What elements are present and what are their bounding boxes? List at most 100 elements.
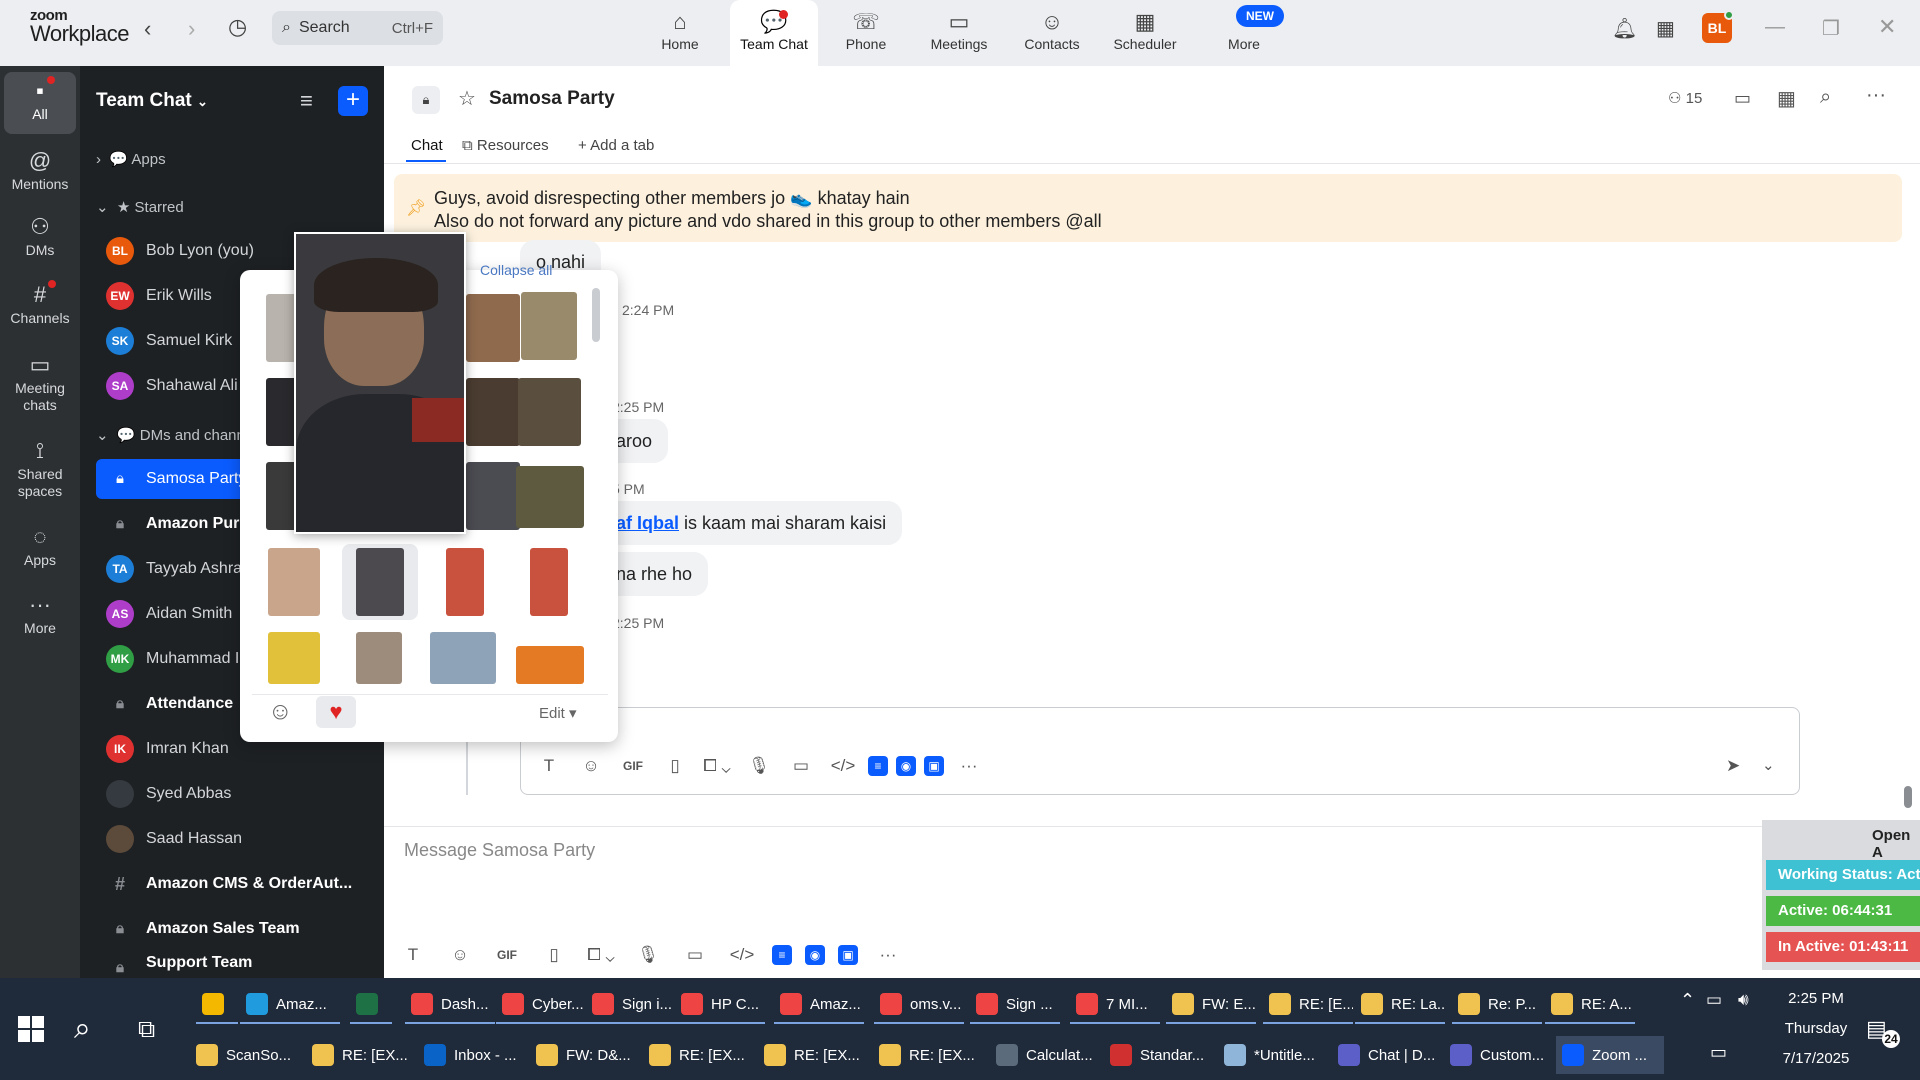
taskbar-app-button[interactable]: Custom... bbox=[1444, 1036, 1552, 1074]
star-icon[interactable]: ☆ bbox=[458, 86, 476, 111]
microphone-icon[interactable]: 🎙︎ bbox=[631, 945, 665, 965]
video-message-icon[interactable]: ▭ bbox=[678, 945, 712, 965]
app-icon[interactable]: ◉ bbox=[896, 756, 916, 776]
rail-meeting-chats[interactable]: ▭ Meeting chats bbox=[4, 350, 76, 414]
emoji-icon[interactable]: ☺ bbox=[443, 945, 477, 965]
app-icon[interactable]: ≡ bbox=[772, 945, 792, 965]
taskbar-app-button[interactable]: Amaz... bbox=[774, 986, 864, 1024]
video-call-icon[interactable]: ▭ bbox=[1734, 88, 1751, 109]
rail-apps[interactable]: ◌ Apps bbox=[4, 522, 76, 569]
sticker-thumbnail[interactable] bbox=[446, 548, 484, 616]
app-icon[interactable]: ≡ bbox=[868, 756, 888, 776]
sidebar-item-syed-abbas[interactable]: Syed Abbas bbox=[96, 774, 384, 814]
sticker-thumbnail[interactable] bbox=[530, 548, 568, 616]
taskbar-search-icon[interactable]: ⌕ bbox=[74, 1012, 91, 1046]
clock-time[interactable]: 2:25 PM bbox=[1770, 990, 1862, 1007]
nav-contacts[interactable]: ☺ Contacts bbox=[1009, 8, 1095, 60]
rail-shared-spaces[interactable]: ⟟ Shared spaces bbox=[4, 436, 76, 500]
edit-dropdown[interactable]: Edit ▾ bbox=[539, 704, 577, 722]
taskbar-app-button[interactable]: Calculat... bbox=[990, 1036, 1098, 1074]
taskbar-app-button[interactable]: Re: P... bbox=[1452, 986, 1542, 1024]
sidebar-item-support-team[interactable]: 🔒︎ Support Team bbox=[96, 954, 384, 978]
close-icon[interactable]: ✕ bbox=[1878, 14, 1896, 40]
taskbar-app-button[interactable]: Sign ... bbox=[970, 986, 1060, 1024]
sticker-thumbnail[interactable] bbox=[356, 632, 402, 684]
taskbar-app-button[interactable]: FW: E... bbox=[1166, 986, 1256, 1024]
sidebar-title[interactable]: Team Chat ⌄ bbox=[96, 90, 208, 112]
sidebar-item-amazon-cms[interactable]: # Amazon CMS & OrderAut... bbox=[96, 864, 384, 904]
taskbar-app-button[interactable]: ScanSo... bbox=[190, 1036, 298, 1074]
taskbar-app-button[interactable]: oms.v... bbox=[874, 986, 964, 1024]
sticker-thumbnail[interactable] bbox=[430, 632, 496, 684]
sticker-thumbnail[interactable] bbox=[518, 378, 581, 446]
sticker-thumbnail[interactable] bbox=[268, 548, 320, 616]
microphone-icon[interactable]: 🎙︎ bbox=[742, 756, 776, 776]
add-tab-button[interactable]: + Add a tab bbox=[578, 137, 654, 154]
taskbar-app-button[interactable]: RE: La... bbox=[1355, 986, 1445, 1024]
file-icon[interactable]: ▯ bbox=[658, 756, 692, 776]
taskbar-app-button[interactable]: *Untitle... bbox=[1218, 1036, 1326, 1074]
sticker-thumbnail[interactable] bbox=[466, 294, 520, 362]
search-input[interactable]: ⌕ Search Ctrl+F bbox=[272, 11, 443, 45]
back-arrow-icon[interactable]: ‹ bbox=[144, 16, 151, 42]
format-text-icon[interactable]: T bbox=[532, 756, 566, 776]
nav-meetings[interactable]: ▭ Meetings bbox=[916, 8, 1002, 60]
history-icon[interactable]: ◷ bbox=[228, 14, 247, 40]
task-view-icon[interactable]: ⧉ bbox=[138, 1016, 155, 1044]
volume-icon[interactable]: 🔊︎ bbox=[1738, 990, 1749, 1010]
taskbar-app-button[interactable]: Inbox - ... bbox=[418, 1036, 526, 1074]
calendar-icon[interactable]: ▦ bbox=[1777, 86, 1796, 111]
rail-channels[interactable]: # Channels bbox=[4, 280, 76, 327]
taskbar-app-button[interactable]: RE: [EX... bbox=[643, 1036, 751, 1074]
section-dms-channels[interactable]: ⌄ 💬 DMs and chann bbox=[96, 426, 245, 444]
channel-title[interactable]: Samosa Party bbox=[489, 88, 615, 110]
sticker-thumbnail[interactable] bbox=[516, 466, 584, 528]
battery-icon[interactable]: ▭ bbox=[1706, 990, 1722, 1010]
nav-team-chat[interactable]: 💬 Team Chat bbox=[730, 0, 818, 66]
taskbar-app-button[interactable]: RE: [EX... bbox=[758, 1036, 866, 1074]
new-chat-button[interactable]: + bbox=[338, 86, 368, 116]
code-snippet-icon[interactable]: </> bbox=[725, 945, 759, 965]
taskbar-app-button[interactable]: HP C... bbox=[675, 986, 765, 1024]
sticker-thumbnail[interactable] bbox=[356, 548, 404, 616]
emoji-tab-icon[interactable]: ☺ bbox=[268, 698, 293, 726]
taskbar-app-button[interactable]: RE: [EX... bbox=[873, 1036, 981, 1074]
sticker-thumbnail[interactable] bbox=[466, 378, 520, 446]
screenshot-icon[interactable]: ⧠ ⌄ bbox=[700, 756, 734, 776]
taskbar-app-button[interactable] bbox=[350, 986, 392, 1024]
more-icon[interactable]: ··· bbox=[871, 945, 905, 965]
app-icon[interactable]: ▣ bbox=[838, 945, 858, 965]
sticker-thumbnail[interactable] bbox=[466, 462, 520, 530]
sidebar-item-amazon-sales[interactable]: 🔒︎ Amazon Sales Team bbox=[96, 909, 384, 949]
chevron-down-icon[interactable]: ⌄ bbox=[1762, 756, 1775, 774]
member-count-button[interactable]: ⚇ 15 bbox=[1668, 89, 1702, 107]
sticker-thumbnail[interactable] bbox=[521, 292, 577, 360]
message-input[interactable]: Message Samosa Party bbox=[404, 840, 595, 861]
video-message-icon[interactable]: ▭ bbox=[784, 756, 818, 776]
gif-icon[interactable]: GIF bbox=[490, 948, 524, 962]
emoji-icon[interactable]: ☺ bbox=[574, 756, 608, 776]
network-icon[interactable]: ▭ bbox=[1710, 1042, 1727, 1063]
pinned-message[interactable]: Guys, avoid disrespecting other members … bbox=[394, 174, 1902, 242]
favorite-stickers-heart-icon[interactable]: ♥ bbox=[316, 696, 356, 728]
taskbar-app-button[interactable]: RE: [EX... bbox=[306, 1036, 414, 1074]
tray-chevron-icon[interactable]: ⌃ bbox=[1680, 990, 1695, 1011]
calendar-status-icon[interactable]: ▦ bbox=[1656, 16, 1675, 41]
nav-phone[interactable]: ☏ Phone bbox=[823, 8, 909, 60]
windows-start-icon[interactable] bbox=[18, 1016, 44, 1042]
collapse-all-link[interactable]: Collapse all bbox=[480, 262, 552, 278]
minimize-icon[interactable]: — bbox=[1765, 16, 1785, 39]
taskbar-app-button[interactable]: Zoom ... bbox=[1556, 1036, 1664, 1074]
filter-icon[interactable]: ≡ bbox=[300, 88, 313, 114]
taskbar-app-button[interactable] bbox=[196, 986, 238, 1024]
format-text-icon[interactable]: T bbox=[396, 945, 430, 965]
rail-all[interactable]: ▪ All bbox=[4, 72, 76, 134]
sticker-thumbnail[interactable] bbox=[516, 646, 584, 684]
file-icon[interactable]: ▯ bbox=[537, 945, 571, 965]
app-icon[interactable]: ▣ bbox=[924, 756, 944, 776]
taskbar-app-button[interactable]: Sign i... bbox=[586, 986, 676, 1024]
maximize-icon[interactable]: ❐ bbox=[1822, 16, 1840, 41]
app-icon[interactable]: ◉ bbox=[805, 945, 825, 965]
taskbar-app-button[interactable]: Chat | D... bbox=[1332, 1036, 1440, 1074]
more-icon[interactable]: ··· bbox=[952, 756, 986, 776]
